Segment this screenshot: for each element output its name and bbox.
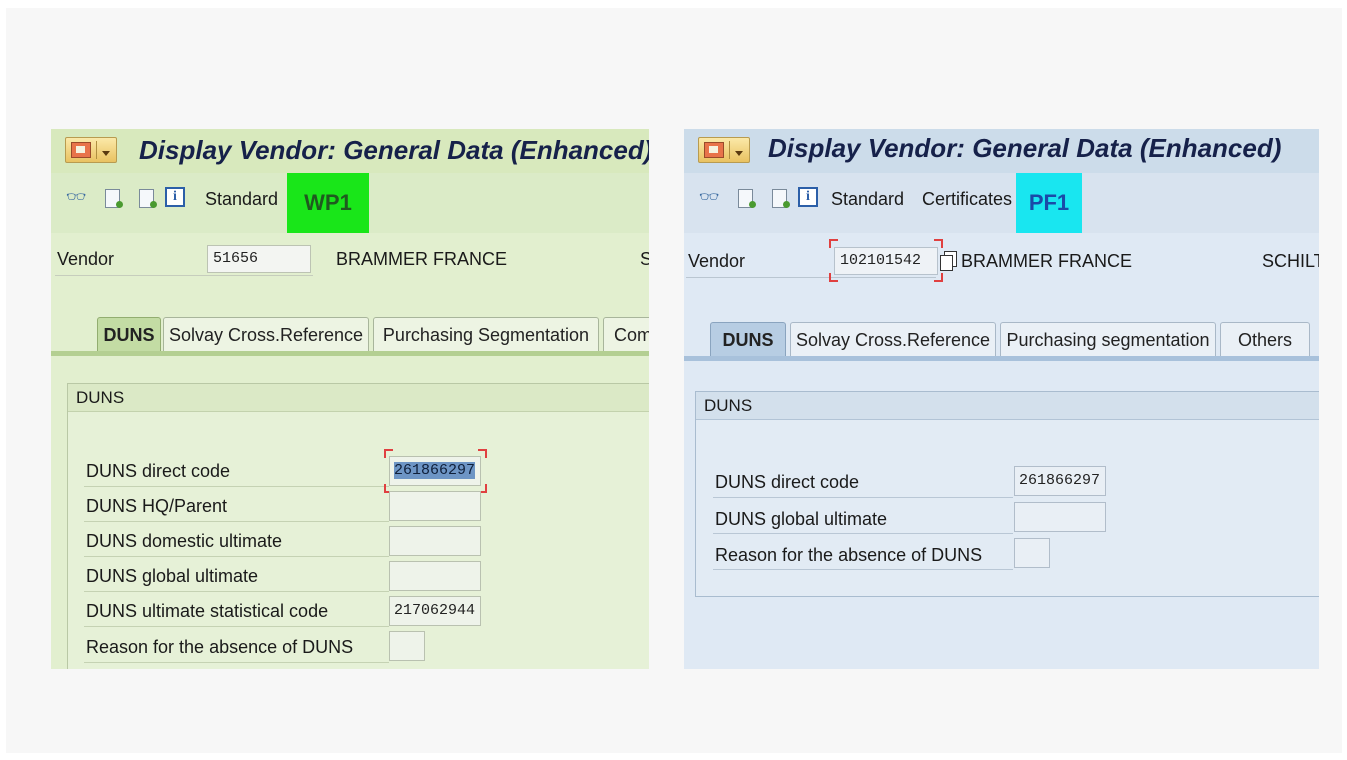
tab-duns[interactable]: DUNS bbox=[97, 317, 161, 351]
vendor-name: BRAMMER FRANCE bbox=[961, 251, 1133, 271]
duns-global-ultimate-field[interactable] bbox=[1014, 502, 1106, 532]
duns-domestic-ultimate-field[interactable] bbox=[389, 526, 481, 556]
duns-hq-parent-field[interactable] bbox=[389, 491, 481, 521]
vendor-number-field[interactable]: 51656 bbox=[207, 245, 311, 273]
glasses-icon[interactable]: 👓︎ bbox=[698, 187, 720, 209]
menu-icon bbox=[704, 142, 724, 158]
standard-button[interactable]: Standard bbox=[831, 189, 904, 210]
copy-icon[interactable] bbox=[940, 251, 957, 271]
vendor-label: Vendor bbox=[688, 251, 746, 271]
duns-global-ultimate-field[interactable] bbox=[389, 561, 481, 591]
window-title: Display Vendor: General Data (Enhanced) bbox=[768, 133, 1282, 163]
glasses-icon[interactable]: 👓︎ bbox=[65, 187, 87, 209]
environment-badge: WP1 bbox=[287, 173, 369, 233]
vendor-label: Vendor bbox=[57, 249, 115, 269]
duns-global-ultimate-label: DUNS global ultimate bbox=[715, 509, 888, 529]
menu-icon bbox=[71, 142, 91, 158]
window-title: Display Vendor: General Data (Enhanced) bbox=[139, 135, 649, 165]
application-toolbar: 👓︎ i Standard WP1 bbox=[51, 173, 649, 233]
reason-absence-duns-field[interactable] bbox=[389, 631, 425, 661]
environment-badge: PF1 bbox=[1016, 173, 1082, 233]
reason-absence-duns-label: Reason for the absence of DUNS bbox=[86, 637, 354, 657]
duns-hq-parent-label: DUNS HQ/Parent bbox=[86, 496, 228, 516]
duns-group: DUNS bbox=[695, 391, 1319, 597]
title-bar: Display Vendor: General Data (Enhanced) bbox=[684, 129, 1319, 173]
duns-ultimate-statistical-code-label: DUNS ultimate statistical code bbox=[86, 601, 329, 621]
duns-direct-code-label: DUNS direct code bbox=[86, 461, 231, 481]
vendor-extra: S bbox=[640, 249, 649, 269]
info-icon[interactable]: i bbox=[798, 187, 818, 207]
system-menu-button[interactable] bbox=[698, 137, 750, 163]
document-export-icon[interactable] bbox=[135, 187, 157, 209]
title-bar: Display Vendor: General Data (Enhanced) bbox=[51, 129, 649, 173]
group-title: DUNS bbox=[68, 384, 649, 412]
tab-solvay-cross-reference[interactable]: Solvay Cross.Reference bbox=[790, 322, 996, 356]
document-icon[interactable] bbox=[734, 187, 756, 209]
info-icon[interactable]: i bbox=[165, 187, 185, 207]
duns-direct-code-label: DUNS direct code bbox=[715, 472, 860, 492]
duns-ultimate-statistical-code-field[interactable]: 217062944 bbox=[389, 596, 481, 626]
system-menu-button[interactable] bbox=[65, 137, 117, 163]
duns-global-ultimate-label: DUNS global ultimate bbox=[86, 566, 259, 586]
chevron-down-icon bbox=[102, 151, 110, 156]
reason-absence-duns-field[interactable] bbox=[1014, 538, 1050, 568]
tab-purchasing-segmentation[interactable]: Purchasing segmentation bbox=[1000, 322, 1216, 356]
vendor-extra: SCHILTI bbox=[1262, 251, 1319, 271]
duns-domestic-ultimate-label: DUNS domestic ultimate bbox=[86, 531, 283, 551]
tab-others[interactable]: Others bbox=[1220, 322, 1310, 356]
tab-duns[interactable]: DUNS bbox=[710, 322, 786, 356]
left-sap-window: Display Vendor: General Data (Enhanced) … bbox=[51, 129, 649, 669]
group-title: DUNS bbox=[696, 392, 1319, 420]
tab-solvay-cross-reference[interactable]: Solvay Cross.Reference bbox=[163, 317, 369, 351]
reason-absence-duns-label: Reason for the absence of DUNS bbox=[715, 545, 983, 565]
chevron-down-icon bbox=[735, 151, 743, 156]
vendor-name: BRAMMER FRANCE bbox=[336, 249, 508, 269]
document-export-icon[interactable] bbox=[768, 187, 790, 209]
focus-marker bbox=[829, 239, 943, 282]
document-icon[interactable] bbox=[101, 187, 123, 209]
tab-com[interactable]: Com bbox=[603, 317, 649, 351]
certificates-button[interactable]: Certificates bbox=[922, 189, 1012, 210]
duns-direct-code-field[interactable]: 261866297 bbox=[1014, 466, 1106, 496]
application-toolbar: 👓︎ i Standard Certificates PF1 bbox=[684, 173, 1319, 233]
tab-purchasing-segmentation[interactable]: Purchasing Segmentation bbox=[373, 317, 599, 351]
right-sap-window: Display Vendor: General Data (Enhanced) … bbox=[684, 129, 1319, 669]
standard-button[interactable]: Standard bbox=[205, 189, 278, 210]
focus-marker bbox=[384, 449, 487, 493]
